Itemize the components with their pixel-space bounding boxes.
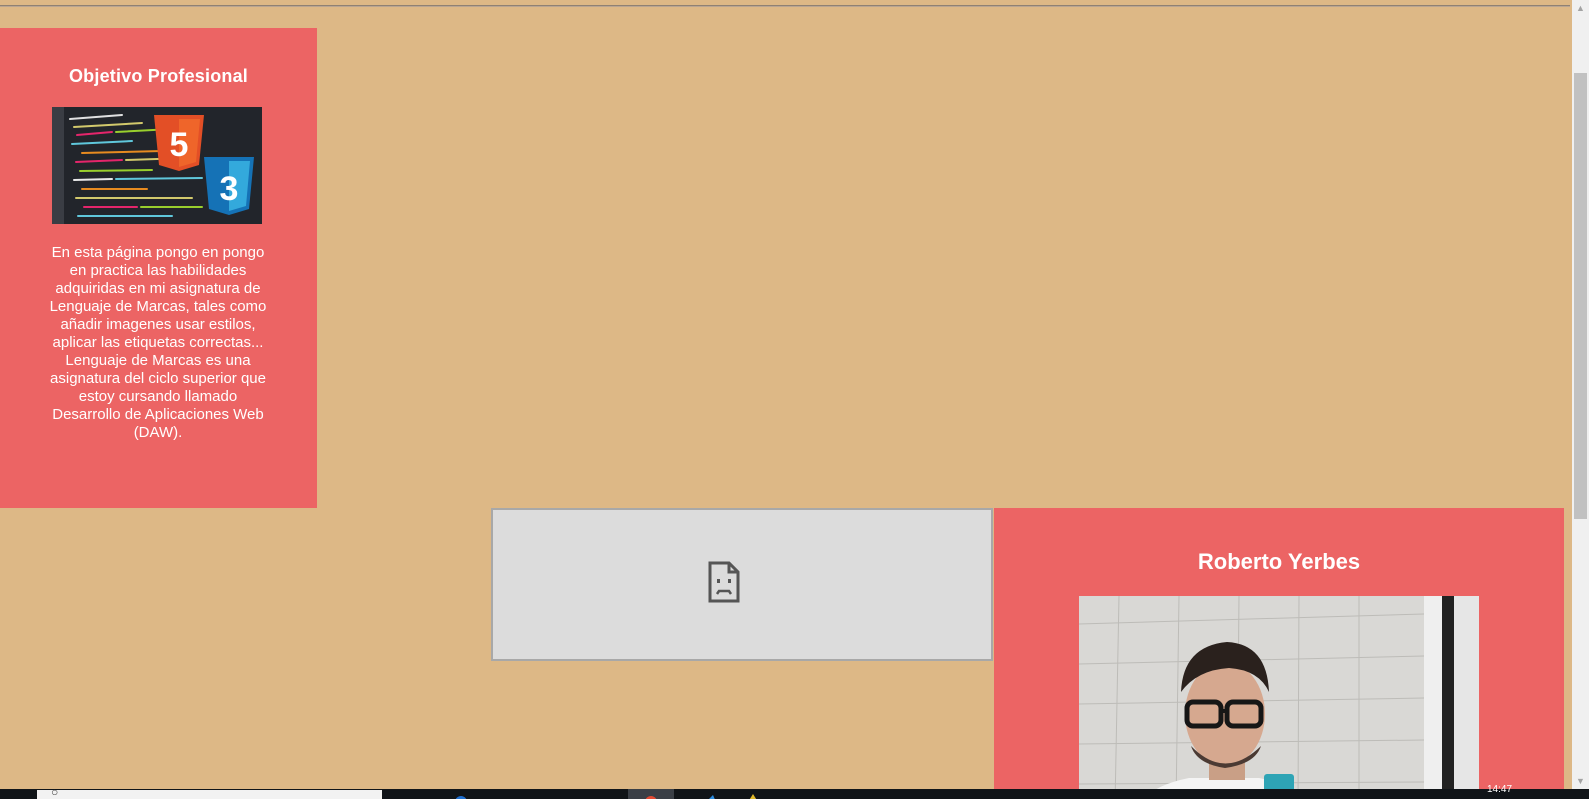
profile-photo bbox=[1079, 596, 1479, 799]
os-taskbar: ○ 14:47 bbox=[0, 784, 1589, 799]
page-viewport: Objetivo Profesional 5 3 En esta página … bbox=[0, 0, 1589, 799]
objective-title: Objetivo Profesional bbox=[68, 66, 249, 86]
objective-card: Objetivo Profesional 5 3 En esta página … bbox=[0, 28, 317, 508]
css3-badge-text: 3 bbox=[220, 170, 239, 208]
sad-document-icon bbox=[708, 561, 740, 603]
scrollbar-thumb[interactable] bbox=[1574, 73, 1587, 519]
taskbar-active-app-icon[interactable] bbox=[628, 789, 674, 799]
taskbar-app-icon[interactable] bbox=[438, 789, 484, 799]
profile-portrait bbox=[1079, 596, 1479, 799]
objective-paragraph: En esta página pongo en pongo en practic… bbox=[49, 244, 267, 441]
html5-badge-text: 5 bbox=[170, 126, 189, 164]
scroll-up-arrow-icon[interactable]: ▲ bbox=[1572, 0, 1589, 17]
profile-card: Roberto Yerbes bbox=[994, 508, 1564, 799]
search-icon: ○ bbox=[51, 785, 59, 799]
css3-logo-icon: 3 bbox=[204, 157, 254, 215]
taskbar-app-icon[interactable] bbox=[688, 789, 734, 799]
vertical-scrollbar[interactable]: ▲ ▼ bbox=[1572, 0, 1589, 790]
taskbar-search-box[interactable]: ○ bbox=[37, 785, 382, 799]
taskbar-app-icon[interactable] bbox=[730, 789, 776, 799]
html5-logo-icon: 5 bbox=[154, 115, 204, 171]
code-illustration: 5 3 bbox=[52, 107, 262, 224]
profile-name: Roberto Yerbes bbox=[1197, 549, 1361, 574]
code-image: 5 3 bbox=[52, 107, 262, 224]
scroll-down-arrow-icon[interactable]: ▼ bbox=[1572, 773, 1589, 790]
horizontal-rule bbox=[0, 5, 1570, 7]
broken-embed-frame bbox=[491, 508, 993, 661]
taskbar-clock[interactable]: 14:47 bbox=[1487, 784, 1512, 795]
